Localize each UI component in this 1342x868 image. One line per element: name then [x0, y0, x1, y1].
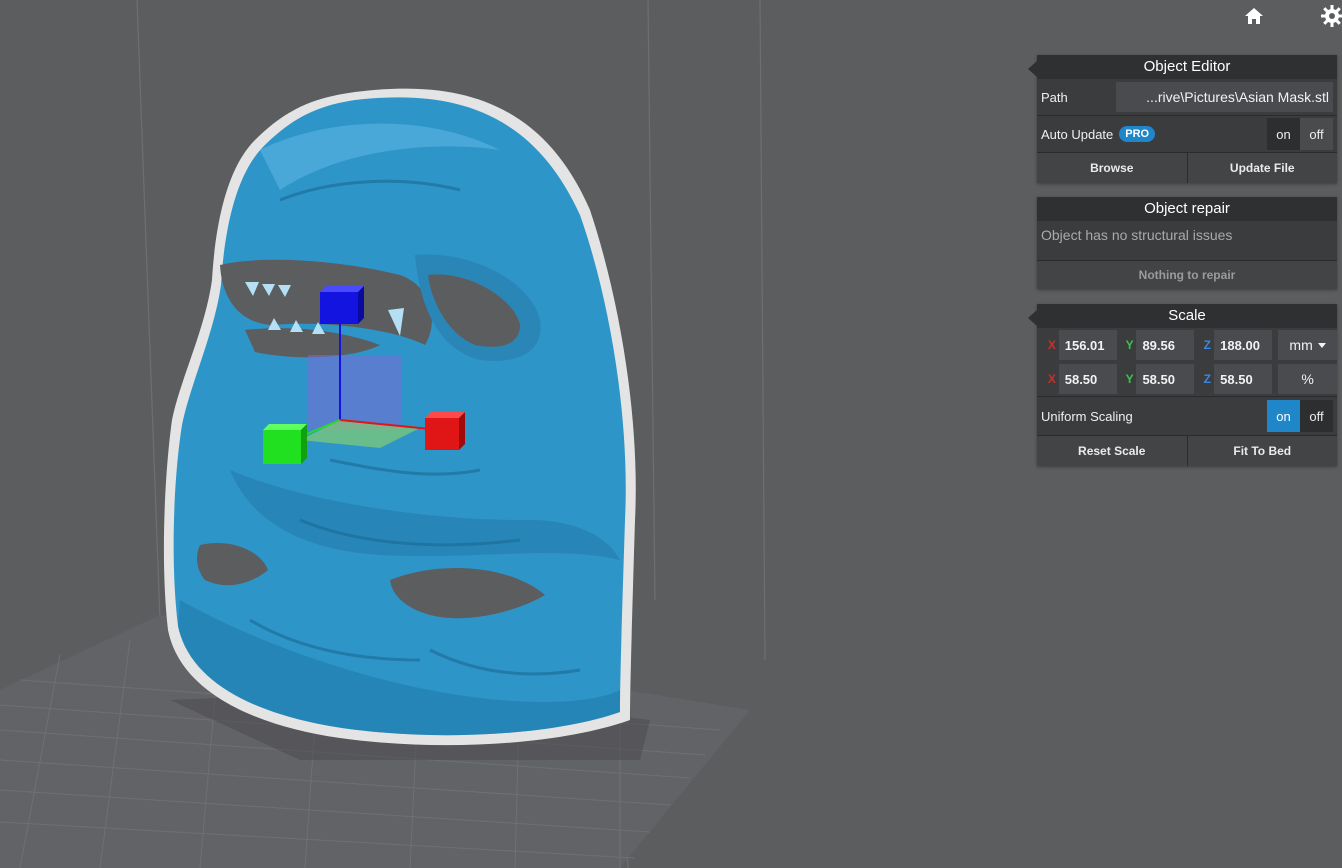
- scale-panel: Scale X 156.01 Y 89.56 Z 188.00 mm X 58.…: [1028, 304, 1337, 466]
- size-z-input[interactable]: 188.00: [1214, 330, 1273, 360]
- update-file-button[interactable]: Update File: [1186, 153, 1337, 183]
- path-row: Path ...rive\Pictures\Asian Mask.stl: [1037, 79, 1337, 116]
- path-field[interactable]: ...rive\Pictures\Asian Mask.stl: [1116, 82, 1333, 112]
- uniform-scaling-on[interactable]: on: [1267, 400, 1300, 432]
- panel-caret: [1028, 61, 1037, 77]
- percent-x-input[interactable]: 58.50: [1058, 364, 1117, 394]
- size-y-label: Y: [1125, 338, 1134, 352]
- percent-z-input[interactable]: 58.50: [1214, 364, 1273, 394]
- size-row: X 156.01 Y 89.56 Z 188.00 mm: [1037, 328, 1337, 362]
- home-icon[interactable]: [1242, 4, 1266, 28]
- size-z-label: Z: [1203, 338, 1211, 352]
- gear-icon[interactable]: [1320, 4, 1342, 28]
- percent-unit: %: [1278, 364, 1337, 394]
- auto-update-label: Auto Update: [1041, 126, 1114, 142]
- scale-title: Scale: [1037, 304, 1337, 328]
- percent-z-label: Z: [1203, 372, 1211, 386]
- caret-down-icon: [1317, 342, 1326, 348]
- object-editor-panel: Object Editor Path ...rive\Pictures\Asia…: [1028, 55, 1337, 183]
- path-value: ...rive\Pictures\Asian Mask.stl: [1146, 89, 1329, 105]
- unit-dropdown[interactable]: mm: [1278, 330, 1337, 360]
- pro-badge: PRO: [1119, 126, 1156, 142]
- object-repair-panel: Object repair Object has no structural i…: [1037, 197, 1337, 289]
- path-label: Path: [1041, 89, 1068, 105]
- object-editor-title: Object Editor: [1037, 55, 1337, 79]
- uniform-scaling-row: Uniform Scaling on off: [1037, 397, 1337, 436]
- browse-button[interactable]: Browse: [1037, 153, 1187, 183]
- fit-to-bed-button[interactable]: Fit To Bed: [1186, 436, 1337, 466]
- nothing-to-repair-button: Nothing to repair: [1037, 261, 1337, 289]
- size-x-label: X: [1047, 338, 1056, 352]
- gizmo-x-handle[interactable]: [425, 412, 465, 450]
- percent-x-label: X: [1047, 372, 1056, 386]
- scale-actions: Reset Scale Fit To Bed: [1037, 436, 1337, 466]
- object-repair-title: Object repair: [1037, 197, 1337, 221]
- repair-status: Object has no structural issues: [1037, 221, 1337, 261]
- auto-update-row: Auto Update PRO on off: [1037, 116, 1337, 153]
- auto-update-off[interactable]: off: [1300, 118, 1333, 150]
- size-x-input[interactable]: 156.01: [1058, 330, 1117, 360]
- uniform-scaling-toggle[interactable]: on off: [1267, 400, 1333, 432]
- panel-caret: [1028, 310, 1037, 326]
- uniform-scaling-off[interactable]: off: [1300, 400, 1333, 432]
- percent-row: X 58.50 Y 58.50 Z 58.50 %: [1037, 362, 1337, 397]
- percent-y-input[interactable]: 58.50: [1136, 364, 1195, 394]
- reset-scale-button[interactable]: Reset Scale: [1037, 436, 1187, 466]
- unit-value: mm: [1289, 337, 1313, 353]
- object-editor-actions: Browse Update File: [1037, 153, 1337, 183]
- size-y-input[interactable]: 89.56: [1136, 330, 1195, 360]
- auto-update-toggle[interactable]: on off: [1267, 118, 1333, 150]
- percent-y-label: Y: [1125, 372, 1134, 386]
- gizmo-z-handle[interactable]: [320, 286, 364, 324]
- auto-update-on[interactable]: on: [1267, 118, 1300, 150]
- uniform-scaling-label: Uniform Scaling: [1041, 408, 1133, 424]
- gizmo-y-handle[interactable]: [263, 424, 307, 464]
